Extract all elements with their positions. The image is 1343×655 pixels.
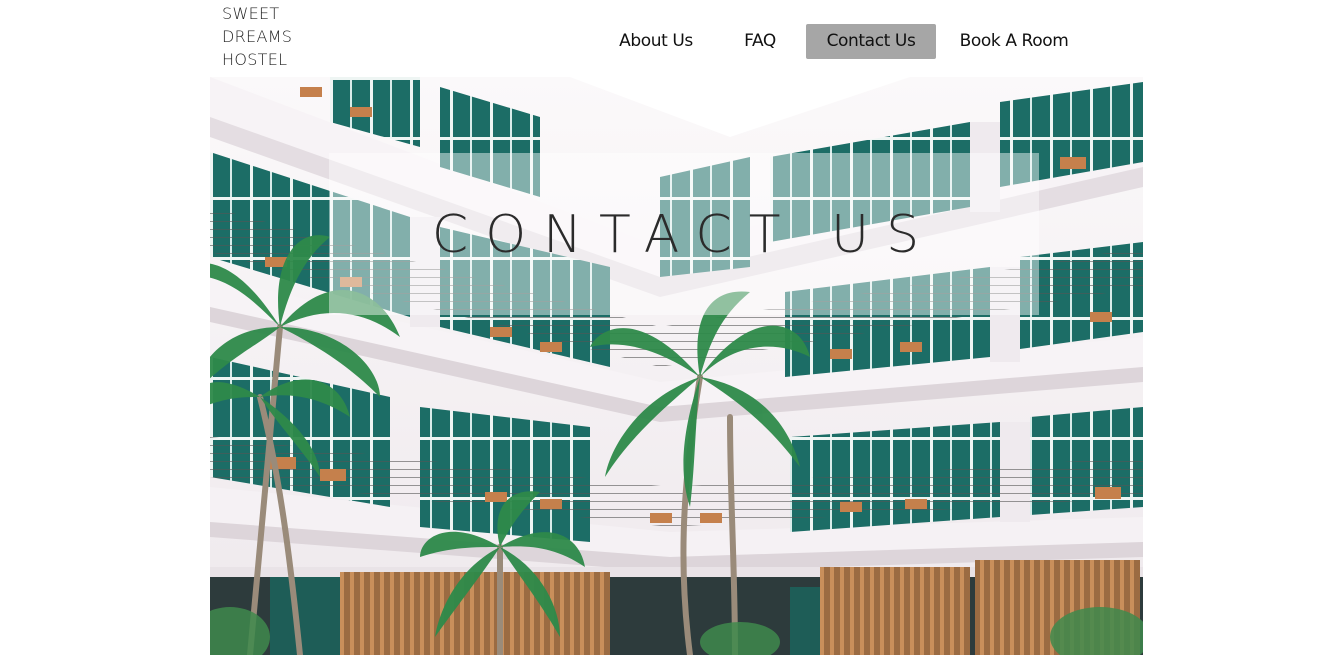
hero-title-overlay: CONTACT US <box>329 153 1039 315</box>
hero-title: CONTACT US <box>431 205 937 265</box>
nav-about-us[interactable]: About Us <box>606 24 706 59</box>
page: SWEET DREAMS HOSTEL About Us FAQ Contact… <box>0 0 1343 655</box>
hero-section: CONTACT US <box>210 77 1143 655</box>
nav-book-a-room[interactable]: Book A Room <box>950 24 1078 59</box>
main-nav: About Us FAQ Contact Us Book A Room <box>0 24 1343 59</box>
nav-faq[interactable]: FAQ <box>728 24 792 59</box>
nav-contact-us[interactable]: Contact Us <box>806 24 936 59</box>
logo-line-1: SWEET <box>222 4 280 23</box>
